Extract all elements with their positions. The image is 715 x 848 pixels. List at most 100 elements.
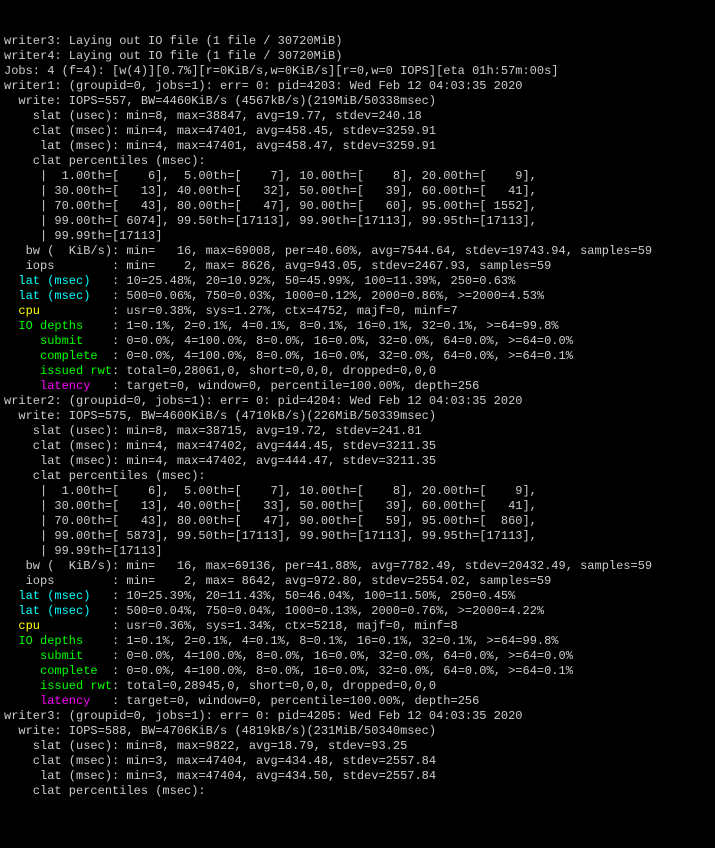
- terminal-text: : target=0, window=0, percentile=100.00%…: [112, 694, 479, 708]
- terminal-text: writer4: Laying out IO file (1 file / 30…: [4, 49, 342, 63]
- terminal-line: writer2: (groupid=0, jobs=1): err= 0: pi…: [4, 394, 715, 409]
- terminal-text: iops : min= 2, max= 8642, avg=972.80, st…: [4, 574, 551, 588]
- terminal-line: issued rwt: total=0,28945,0, short=0,0,0…: [4, 679, 715, 694]
- terminal-text: : 10=25.39%, 20=11.43%, 50=46.04%, 100=1…: [112, 589, 515, 603]
- terminal-text: IO depths: [4, 319, 112, 333]
- terminal-text: | 70.00th=[ 43], 80.00th=[ 47], 90.00th=…: [4, 199, 537, 213]
- terminal-line: slat (usec): min=8, max=38715, avg=19.72…: [4, 424, 715, 439]
- terminal-text: write: IOPS=575, BW=4600KiB/s (4710kB/s)…: [4, 409, 436, 423]
- terminal-line: | 99.99th=[17113]: [4, 544, 715, 559]
- terminal-text: lat (msec): [4, 604, 112, 618]
- terminal-text: | 99.99th=[17113]: [4, 544, 162, 558]
- terminal-text: | 99.00th=[ 6074], 99.50th=[17113], 99.9…: [4, 214, 537, 228]
- terminal-line: bw ( KiB/s): min= 16, max=69136, per=41.…: [4, 559, 715, 574]
- terminal-text: latency: [4, 379, 112, 393]
- terminal-text: : 10=25.48%, 20=10.92%, 50=45.99%, 100=1…: [112, 274, 515, 288]
- terminal-text: clat (msec): min=3, max=47404, avg=434.4…: [4, 754, 436, 768]
- terminal-line: writer3: (groupid=0, jobs=1): err= 0: pi…: [4, 709, 715, 724]
- terminal-line: clat percentiles (msec):: [4, 784, 715, 799]
- terminal-line: writer4: Laying out IO file (1 file / 30…: [4, 49, 715, 64]
- terminal-text: slat (usec): min=8, max=38847, avg=19.77…: [4, 109, 422, 123]
- terminal-text: writer2: (groupid=0, jobs=1): err= 0: pi…: [4, 394, 522, 408]
- terminal-line: iops : min= 2, max= 8626, avg=943.05, st…: [4, 259, 715, 274]
- terminal-line: slat (usec): min=8, max=38847, avg=19.77…: [4, 109, 715, 124]
- terminal-line: complete : 0=0.0%, 4=100.0%, 8=0.0%, 16=…: [4, 349, 715, 364]
- terminal-text: | 99.99th=[17113]: [4, 229, 162, 243]
- terminal-text: clat (msec): min=4, max=47401, avg=458.4…: [4, 124, 436, 138]
- terminal-line: latency : target=0, window=0, percentile…: [4, 694, 715, 709]
- terminal-text: : 0=0.0%, 4=100.0%, 8=0.0%, 16=0.0%, 32=…: [112, 664, 573, 678]
- terminal-line: write: IOPS=575, BW=4600KiB/s (4710kB/s)…: [4, 409, 715, 424]
- terminal-text: bw ( KiB/s): min= 16, max=69008, per=40.…: [4, 244, 652, 258]
- terminal-text: complete: [4, 349, 112, 363]
- terminal-output: writer3: Laying out IO file (1 file / 30…: [4, 34, 715, 799]
- terminal-text: write: IOPS=588, BW=4706KiB/s (4819kB/s)…: [4, 724, 436, 738]
- terminal-text: IO depths: [4, 634, 112, 648]
- terminal-line: | 30.00th=[ 13], 40.00th=[ 33], 50.00th=…: [4, 499, 715, 514]
- terminal-line: | 1.00th=[ 6], 5.00th=[ 7], 10.00th=[ 8]…: [4, 169, 715, 184]
- terminal-text: iops : min= 2, max= 8626, avg=943.05, st…: [4, 259, 551, 273]
- terminal-text: : 1=0.1%, 2=0.1%, 4=0.1%, 8=0.1%, 16=0.1…: [112, 319, 558, 333]
- terminal-line: lat (msec): min=4, max=47401, avg=458.47…: [4, 139, 715, 154]
- terminal-line: lat (msec): min=4, max=47402, avg=444.47…: [4, 454, 715, 469]
- terminal-text: : target=0, window=0, percentile=100.00%…: [112, 379, 479, 393]
- terminal-line: | 99.99th=[17113]: [4, 229, 715, 244]
- terminal-line: write: IOPS=588, BW=4706KiB/s (4819kB/s)…: [4, 724, 715, 739]
- terminal-text: slat (usec): min=8, max=38715, avg=19.72…: [4, 424, 422, 438]
- terminal-line: clat percentiles (msec):: [4, 469, 715, 484]
- terminal-text: | 70.00th=[ 43], 80.00th=[ 47], 90.00th=…: [4, 514, 537, 528]
- terminal-text: cpu: [4, 304, 112, 318]
- terminal-line: | 99.00th=[ 6074], 99.50th=[17113], 99.9…: [4, 214, 715, 229]
- terminal-text: | 1.00th=[ 6], 5.00th=[ 7], 10.00th=[ 8]…: [4, 169, 537, 183]
- terminal-text: : 0=0.0%, 4=100.0%, 8=0.0%, 16=0.0%, 32=…: [112, 649, 573, 663]
- terminal-text: lat (msec): [4, 274, 112, 288]
- terminal-text: Jobs: 4 (f=4): [w(4)][0.7%][r=0KiB/s,w=0…: [4, 64, 559, 78]
- terminal-text: cpu: [4, 619, 112, 633]
- terminal-text: lat (msec): min=3, max=47404, avg=434.50…: [4, 769, 436, 783]
- terminal-line: slat (usec): min=8, max=9822, avg=18.79,…: [4, 739, 715, 754]
- terminal-text: : 1=0.1%, 2=0.1%, 4=0.1%, 8=0.1%, 16=0.1…: [112, 634, 558, 648]
- terminal-text: lat (msec): [4, 589, 112, 603]
- terminal-text: | 30.00th=[ 13], 40.00th=[ 33], 50.00th=…: [4, 499, 537, 513]
- terminal-text: issued rwt: [4, 679, 112, 693]
- terminal-text: : total=0,28061,0, short=0,0,0, dropped=…: [112, 364, 436, 378]
- terminal-line: submit : 0=0.0%, 4=100.0%, 8=0.0%, 16=0.…: [4, 334, 715, 349]
- terminal-text: : usr=0.36%, sys=1.34%, ctx=5218, majf=0…: [112, 619, 458, 633]
- terminal-line: lat (msec) : 10=25.48%, 20=10.92%, 50=45…: [4, 274, 715, 289]
- terminal-line: latency : target=0, window=0, percentile…: [4, 379, 715, 394]
- terminal-line: complete : 0=0.0%, 4=100.0%, 8=0.0%, 16=…: [4, 664, 715, 679]
- terminal-text: latency: [4, 694, 112, 708]
- terminal-text: clat percentiles (msec):: [4, 154, 206, 168]
- terminal-text: writer3: (groupid=0, jobs=1): err= 0: pi…: [4, 709, 522, 723]
- terminal-line: IO depths : 1=0.1%, 2=0.1%, 4=0.1%, 8=0.…: [4, 634, 715, 649]
- terminal-text: clat (msec): min=4, max=47402, avg=444.4…: [4, 439, 436, 453]
- terminal-text: submit: [4, 649, 112, 663]
- terminal-text: : 500=0.04%, 750=0.04%, 1000=0.13%, 2000…: [112, 604, 544, 618]
- terminal-line: clat (msec): min=4, max=47402, avg=444.4…: [4, 439, 715, 454]
- terminal-text: lat (msec): min=4, max=47402, avg=444.47…: [4, 454, 436, 468]
- terminal-line: issued rwt: total=0,28061,0, short=0,0,0…: [4, 364, 715, 379]
- terminal-text: writer3: Laying out IO file (1 file / 30…: [4, 34, 342, 48]
- terminal-text: lat (msec): min=4, max=47401, avg=458.47…: [4, 139, 436, 153]
- terminal-line: | 30.00th=[ 13], 40.00th=[ 32], 50.00th=…: [4, 184, 715, 199]
- terminal-text: complete: [4, 664, 112, 678]
- terminal-line: write: IOPS=557, BW=4460KiB/s (4567kB/s)…: [4, 94, 715, 109]
- terminal-line: | 1.00th=[ 6], 5.00th=[ 7], 10.00th=[ 8]…: [4, 484, 715, 499]
- terminal-text: write: IOPS=557, BW=4460KiB/s (4567kB/s)…: [4, 94, 436, 108]
- terminal-text: : 0=0.0%, 4=100.0%, 8=0.0%, 16=0.0%, 32=…: [112, 334, 573, 348]
- terminal-line: lat (msec) : 500=0.04%, 750=0.04%, 1000=…: [4, 604, 715, 619]
- terminal-line: | 70.00th=[ 43], 80.00th=[ 47], 90.00th=…: [4, 199, 715, 214]
- terminal-line: lat (msec): min=3, max=47404, avg=434.50…: [4, 769, 715, 784]
- terminal-line: cpu : usr=0.38%, sys=1.27%, ctx=4752, ma…: [4, 304, 715, 319]
- terminal-line: cpu : usr=0.36%, sys=1.34%, ctx=5218, ma…: [4, 619, 715, 634]
- terminal-line: lat (msec) : 10=25.39%, 20=11.43%, 50=46…: [4, 589, 715, 604]
- terminal-text: clat percentiles (msec):: [4, 784, 206, 798]
- terminal-line: writer3: Laying out IO file (1 file / 30…: [4, 34, 715, 49]
- terminal-text: : usr=0.38%, sys=1.27%, ctx=4752, majf=0…: [112, 304, 458, 318]
- terminal-line: bw ( KiB/s): min= 16, max=69008, per=40.…: [4, 244, 715, 259]
- terminal-line: submit : 0=0.0%, 4=100.0%, 8=0.0%, 16=0.…: [4, 649, 715, 664]
- terminal-text: | 1.00th=[ 6], 5.00th=[ 7], 10.00th=[ 8]…: [4, 484, 537, 498]
- terminal-line: clat (msec): min=4, max=47401, avg=458.4…: [4, 124, 715, 139]
- terminal-text: : total=0,28945,0, short=0,0,0, dropped=…: [112, 679, 436, 693]
- terminal-text: | 30.00th=[ 13], 40.00th=[ 32], 50.00th=…: [4, 184, 537, 198]
